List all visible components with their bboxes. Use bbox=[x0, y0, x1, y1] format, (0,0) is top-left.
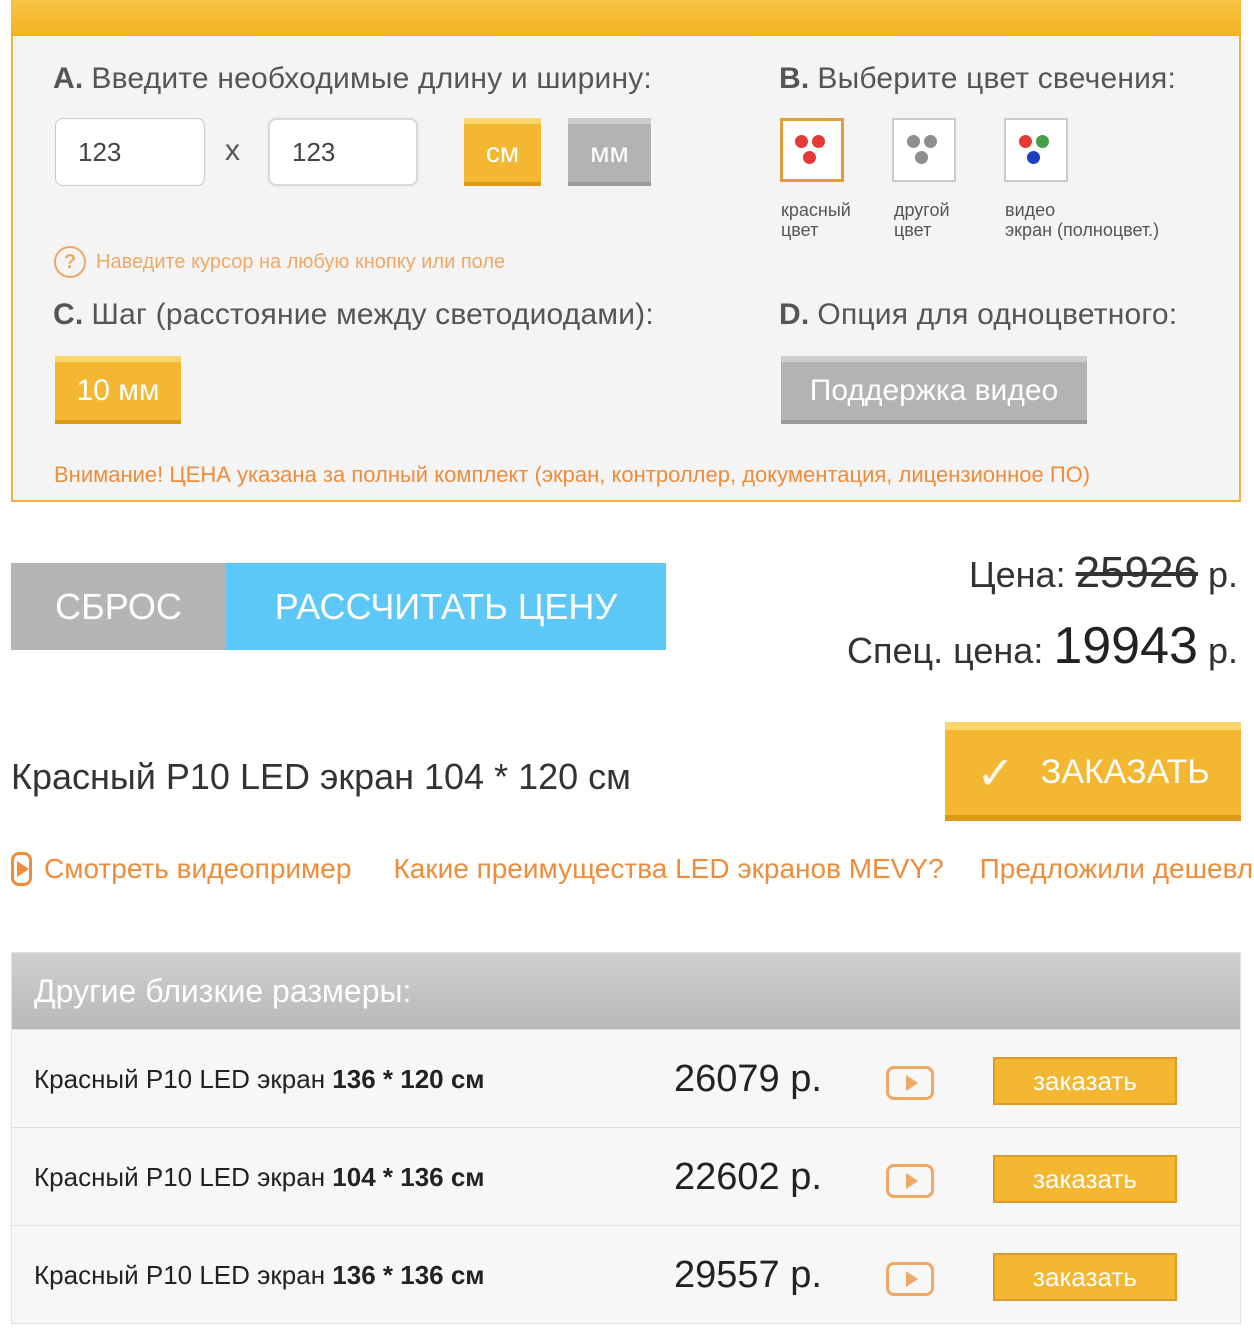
color-other-option[interactable] bbox=[892, 118, 956, 182]
unit-mm-button[interactable]: мм bbox=[568, 118, 651, 186]
row-product-name: Красный P10 LED экран 104 * 136 см bbox=[34, 1162, 485, 1193]
row-order-button[interactable]: заказать bbox=[993, 1155, 1177, 1203]
hint-text: Наведите курсор на любую кнопку или поле bbox=[96, 250, 506, 273]
cheaper-offer-link[interactable]: Предложили дешевле? bbox=[980, 853, 1254, 885]
red-led-dot bbox=[812, 135, 825, 148]
reset-button[interactable]: СБРОС bbox=[11, 563, 226, 650]
color-other-label-line1: другой bbox=[894, 200, 950, 220]
row-name-prefix: Красный P10 LED экран bbox=[34, 1162, 333, 1192]
calculate-price-button[interactable]: РАССЧИТАТЬ ЦЕНУ bbox=[226, 563, 666, 650]
unit-cm-button[interactable]: см bbox=[464, 118, 541, 186]
gray-led-dot bbox=[915, 151, 928, 164]
price-currency: р. bbox=[1207, 554, 1238, 595]
color-red-label-line1: красный bbox=[781, 200, 851, 220]
section-a-letter: A. bbox=[53, 62, 84, 95]
video-play-icon[interactable] bbox=[886, 1262, 934, 1296]
section-a-text: Введите необходимые длину и ширину: bbox=[91, 62, 652, 95]
special-price: 19943 bbox=[1053, 617, 1198, 675]
video-play-icon[interactable] bbox=[886, 1164, 934, 1198]
row-size: 104 * 136 см bbox=[332, 1162, 485, 1192]
blue-led-dot bbox=[1027, 151, 1040, 164]
color-red-option[interactable] bbox=[780, 118, 844, 182]
similar-sizes-table: Другие близкие размеры: Красный P10 LED … bbox=[11, 952, 1241, 1324]
section-d-text: Опция для одноцветного: bbox=[817, 298, 1178, 331]
price-row: Цена: 25926 р. bbox=[969, 548, 1238, 598]
price-notice: Внимание! ЦЕНА указана за полный комплек… bbox=[54, 462, 1091, 487]
order-button-label: ЗАКАЗАТЬ bbox=[1040, 753, 1210, 791]
question-icon: ? bbox=[54, 246, 86, 278]
section-b-letter: B. bbox=[779, 62, 810, 95]
color-fullcolor-label: видео экран (полноцвет.) bbox=[1005, 200, 1159, 240]
special-price-label: Спец. цена: bbox=[847, 630, 1044, 671]
row-name-prefix: Красный P10 LED экран bbox=[34, 1064, 333, 1094]
times-sign: x bbox=[225, 134, 240, 167]
row-price: 22602 р. bbox=[674, 1156, 822, 1198]
row-size: 136 * 120 см bbox=[332, 1064, 485, 1094]
price-label: Цена: bbox=[969, 554, 1066, 595]
gray-led-dot bbox=[924, 135, 937, 148]
video-support-button[interactable]: Поддержка видео bbox=[781, 356, 1087, 424]
advantages-link[interactable]: Какие преимущества LED экранов MEVY? bbox=[393, 853, 943, 885]
color-red-label: красный цвет bbox=[781, 200, 851, 240]
row-product-name: Красный P10 LED экран 136 * 136 см bbox=[34, 1260, 485, 1291]
row-order-button[interactable]: заказать bbox=[993, 1253, 1177, 1301]
section-c-letter: C. bbox=[53, 298, 84, 331]
red-led-dot bbox=[803, 151, 816, 164]
configurator-panel: A.Введите необходимые длину и ширину: x … bbox=[11, 36, 1241, 502]
table-row: Красный P10 LED экран 104 * 136 см 22602… bbox=[12, 1127, 1240, 1225]
section-b-text: Выберите цвет свечения: bbox=[817, 62, 1177, 95]
product-title: Красный P10 LED экран 104 * 120 см bbox=[11, 756, 631, 797]
similar-sizes-header: Другие близкие размеры: bbox=[12, 953, 1240, 1029]
color-other-label: другой цвет bbox=[894, 200, 950, 240]
info-links: Смотреть видеопример Какие преимущества … bbox=[11, 852, 1254, 886]
section-b-title: B. Выберите цвет свечения: bbox=[779, 62, 1176, 96]
video-play-icon[interactable] bbox=[886, 1066, 934, 1100]
green-led-dot bbox=[1036, 135, 1049, 148]
special-price-currency: р. bbox=[1207, 630, 1238, 671]
row-price: 29557 р. bbox=[674, 1254, 822, 1296]
gray-led-dot bbox=[907, 135, 920, 148]
section-c-title: C. Шаг (расстояние между светодиодами): bbox=[53, 298, 654, 332]
hint: ? Наведите курсор на любую кнопку или по… bbox=[54, 246, 505, 278]
pitch-10mm-button[interactable]: 10 мм bbox=[55, 356, 181, 424]
color-fullcolor-label-line2: экран (полноцвет.) bbox=[1005, 220, 1160, 240]
video-example-link[interactable]: Смотреть видеопример bbox=[44, 853, 351, 885]
row-product-name: Красный P10 LED экран 136 * 120 см bbox=[34, 1064, 485, 1095]
checkmark-icon: ✓ bbox=[976, 746, 1015, 799]
color-fullcolor-option[interactable] bbox=[1004, 118, 1068, 182]
red-led-dot bbox=[795, 135, 808, 148]
table-row: Красный P10 LED экран 136 * 120 см 26079… bbox=[12, 1029, 1240, 1127]
length-input[interactable] bbox=[55, 118, 205, 186]
video-play-icon[interactable] bbox=[11, 852, 32, 886]
row-order-button[interactable]: заказать bbox=[993, 1057, 1177, 1105]
width-input[interactable] bbox=[268, 118, 418, 186]
section-a-title: A. Введите необходимые длину и ширину: bbox=[53, 62, 652, 96]
table-row: Красный P10 LED экран 136 * 136 см 29557… bbox=[12, 1225, 1240, 1323]
old-price: 25926 bbox=[1075, 548, 1198, 597]
top-accent-bar bbox=[11, 0, 1241, 36]
color-other-label-line2: цвет bbox=[894, 220, 932, 240]
order-button[interactable]: ✓ ЗАКАЗАТЬ bbox=[945, 722, 1241, 821]
section-d-title: D. Опция для одноцветного: bbox=[779, 298, 1177, 332]
color-fullcolor-label-line1: видео bbox=[1005, 200, 1056, 220]
section-c-text: Шаг (расстояние между светодиодами): bbox=[91, 298, 654, 331]
color-red-label-line2: цвет bbox=[781, 220, 819, 240]
row-name-prefix: Красный P10 LED экран bbox=[34, 1260, 333, 1290]
row-price: 26079 р. bbox=[674, 1058, 822, 1100]
red-led-dot bbox=[1019, 135, 1032, 148]
row-size: 136 * 136 см bbox=[332, 1260, 485, 1290]
special-price-row: Спец. цена: 19943 р. bbox=[847, 616, 1238, 676]
section-d-letter: D. bbox=[779, 298, 810, 331]
